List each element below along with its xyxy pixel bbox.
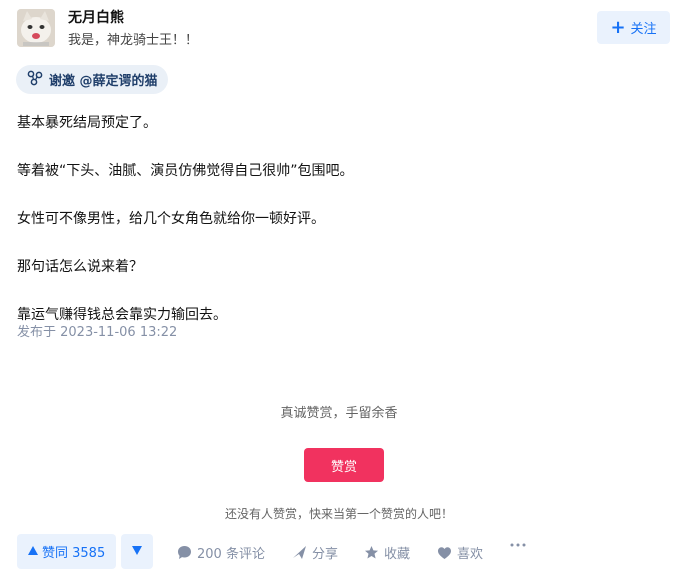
author-bio: 我是，神龙骑士王！！: [68, 33, 199, 48]
triangle-down-icon: [132, 545, 142, 558]
answer-paragraph: 女性可不像男性，给几个女角色就给你一顿好评。: [17, 211, 325, 227]
share-icon: [292, 545, 307, 560]
like-button[interactable]: 喜欢: [437, 543, 483, 562]
follow-label: 关注: [630, 22, 657, 37]
comment-icon: [177, 545, 192, 560]
author-name[interactable]: 无月白熊: [68, 7, 124, 27]
comment-label: 200 条评论: [197, 547, 265, 562]
share-label: 分享: [312, 547, 339, 562]
reward-slogan: 真诚赞赏，手留余香: [280, 406, 398, 421]
star-icon: [364, 545, 379, 560]
publish-time[interactable]: 发布于 2023-11-06 13:22: [17, 321, 177, 340]
invite-icon: [26, 70, 44, 90]
more-icon: [510, 543, 526, 547]
invite-label: 谢邀 @薛定谔的猫: [49, 74, 158, 89]
favorite-label: 收藏: [384, 547, 411, 562]
comment-button[interactable]: 200 条评论: [177, 543, 265, 562]
reward-empty-hint: 还没有人赞赏，快来当第一个赞赏的人吧！: [224, 507, 453, 521]
vote-up-button[interactable]: 赞同 3585: [17, 534, 117, 569]
triangle-up-icon: [28, 544, 38, 559]
reward-button[interactable]: 赞赏: [304, 448, 384, 482]
more-button[interactable]: [510, 543, 526, 547]
plus-icon: +: [610, 16, 626, 38]
invite-chip[interactable]: 谢邀 @薛定谔的猫: [16, 65, 168, 94]
favorite-button[interactable]: 收藏: [364, 543, 410, 562]
like-label: 喜欢: [457, 547, 484, 562]
follow-button[interactable]: + 关注: [597, 11, 670, 44]
avatar[interactable]: [17, 9, 55, 47]
answer-content: 基本暴死结局预定了。 等着被“下头、油腻、演员仿佛觉得自己很帅”包围吧。 女性可…: [17, 112, 657, 352]
answer-paragraph: 等着被“下头、油腻、演员仿佛觉得自己很帅”包围吧。: [17, 163, 354, 179]
heart-icon: [437, 546, 452, 560]
vote-down-button[interactable]: [121, 534, 153, 569]
answer-paragraph: 那句话怎么说来着？: [17, 259, 143, 275]
share-button[interactable]: 分享: [292, 543, 338, 562]
vote-up-label: 赞同 3585: [42, 546, 106, 561]
answer-paragraph: 基本暴死结局预定了。: [17, 115, 157, 131]
